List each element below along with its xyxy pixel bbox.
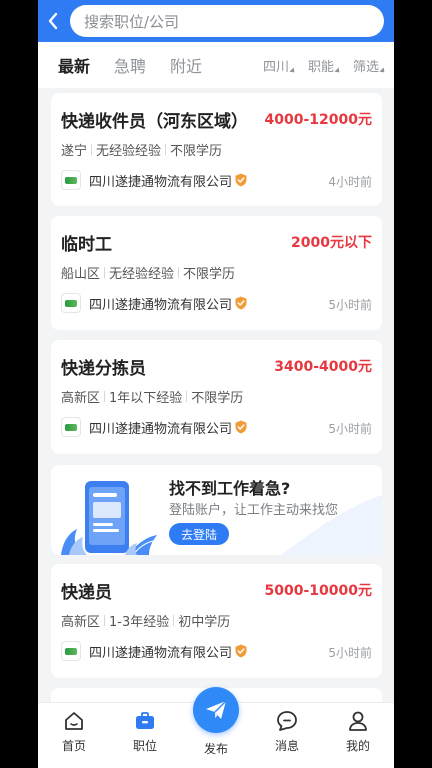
tag-location: 高新区 [61,391,101,406]
verified-badge-icon [235,644,247,658]
job-card[interactable]: 快递分拣员 3400-4000元 高新区 1年以下经验 不限学历 四川遂捷通物流… [51,340,382,454]
company-logo [61,641,81,661]
company-row: 四川遂捷通物流有限公司 [61,416,248,438]
tag-experience: 1-3年经验 [109,615,170,630]
job-tags: 高新区 1-3年经验 初中学历 [61,611,230,630]
tag-divider [104,615,106,626]
filter-function-label: 职能 [307,59,334,75]
tag-divider [91,144,93,155]
nav-jobs-label: 职位 [132,739,157,753]
tag-divider [104,267,106,278]
company-name: 四川遂捷通物流有限公司 [89,645,233,661]
job-tags: 船山区 无经验经验 不限学历 [61,263,235,282]
job-title: 快递收件员（河东区域） [61,112,248,132]
job-salary: 5000-10000元 [264,583,372,599]
post-time: 4小时前 [328,175,372,189]
filter-function[interactable]: 职能 [307,56,342,75]
verified-badge-icon [235,296,247,310]
search-placeholder: 搜索职位/公司 [84,12,180,31]
job-title: 快递分拣员 [61,359,146,379]
tag-location: 船山区 [61,267,101,282]
tag-location: 高新区 [61,615,101,630]
nav-home[interactable]: 首页 [44,709,104,754]
company-logo [61,293,81,313]
verified-badge-icon [235,173,247,187]
nav-messages-label: 消息 [274,739,299,753]
job-tags: 遂宁 无经验经验 不限学历 [61,140,222,159]
back-arrow-icon [48,12,58,30]
login-promo-banner[interactable]: 找不到工作着急? 登陆账户，让工作主动来找您 去登陆 [51,465,382,555]
user-icon [349,711,367,731]
post-time: 5小时前 [328,646,372,660]
tag-education: 初中学历 [178,615,231,630]
nav-home-label: 首页 [61,739,86,753]
dropdown-triangle-icon [334,66,342,75]
job-card[interactable]: 快递收件员（河东区域） 4000-12000元 遂宁 无经验经验 不限学历 四川… [51,93,382,206]
tag-education: 不限学历 [170,144,223,159]
header-bar: 搜索职位/公司 [38,0,394,42]
job-title: 临时工 [61,235,112,255]
job-card[interactable]: 临时工 2000元以下 船山区 无经验经验 不限学历 四川遂捷通物流有限公司 5… [51,216,382,330]
tag-experience: 1年以下经验 [109,391,183,406]
company-row: 四川遂捷通物流有限公司 [61,169,248,191]
job-card[interactable]: 快递员 5000-10000元 高新区 1-3年经验 初中学历 四川遂捷通物流有… [51,564,382,678]
tag-divider [186,391,188,402]
banner-subtitle: 登陆账户，让工作主动来找您 [169,503,339,518]
home-icon [65,712,83,730]
tag-divider [165,144,167,155]
paper-plane-icon [206,700,227,719]
tag-education: 不限学历 [191,391,244,406]
company-logo [61,417,81,437]
app-screen: 搜索职位/公司 最新 急聘 附近 四川 职能 筛选 快递收件员（河东区域） 40… [38,0,394,768]
nav-messages[interactable]: 消息 [257,709,317,754]
nav-jobs[interactable]: 职位 [115,709,175,754]
job-salary: 4000-12000元 [264,112,372,128]
tag-experience: 无经验经验 [96,144,162,159]
back-button[interactable] [38,0,68,42]
filter-region-label: 四川 [262,59,289,75]
tab-urgent[interactable]: 急聘 [114,53,146,77]
tag-education: 不限学历 [183,267,236,282]
post-time: 5小时前 [328,422,372,436]
job-salary: 2000元以下 [291,235,372,251]
job-tags: 高新区 1年以下经验 不限学历 [61,387,243,406]
nav-publish-label: 发布 [203,742,228,756]
filter-more[interactable]: 筛选 [352,56,387,75]
tag-divider [178,267,180,278]
filter-more-label: 筛选 [352,59,379,75]
tab-bar: 最新 急聘 附近 四川 职能 筛选 [38,42,394,88]
banner-title: 找不到工作着急? [169,479,291,498]
phone-illustration-icon [61,481,157,555]
job-title: 快递员 [61,583,112,603]
post-time: 5小时前 [328,298,372,312]
chat-bubble-icon [277,711,297,731]
publish-button[interactable] [193,687,239,733]
job-salary: 3400-4000元 [274,359,372,375]
company-name: 四川遂捷通物流有限公司 [89,297,233,313]
company-row: 四川遂捷通物流有限公司 [61,292,248,314]
briefcase-icon [136,712,154,729]
tag-location: 遂宁 [61,144,88,159]
company-name: 四川遂捷通物流有限公司 [89,174,233,190]
tag-divider [173,615,175,626]
company-logo [61,170,81,190]
company-row: 四川遂捷通物流有限公司 [61,640,248,662]
dropdown-triangle-icon [379,66,387,75]
login-button[interactable]: 去登陆 [169,523,229,545]
filter-region[interactable]: 四川 [262,56,297,75]
dropdown-triangle-icon [289,66,297,75]
search-input[interactable]: 搜索职位/公司 [70,5,384,37]
tag-divider [104,391,106,402]
tab-latest[interactable]: 最新 [58,53,90,77]
tag-experience: 无经验经验 [109,267,175,282]
nav-profile[interactable]: 我的 [328,709,388,754]
nav-profile-label: 我的 [345,739,370,753]
tab-nearby[interactable]: 附近 [170,53,202,77]
company-name: 四川遂捷通物流有限公司 [89,421,233,437]
verified-badge-icon [235,420,247,434]
